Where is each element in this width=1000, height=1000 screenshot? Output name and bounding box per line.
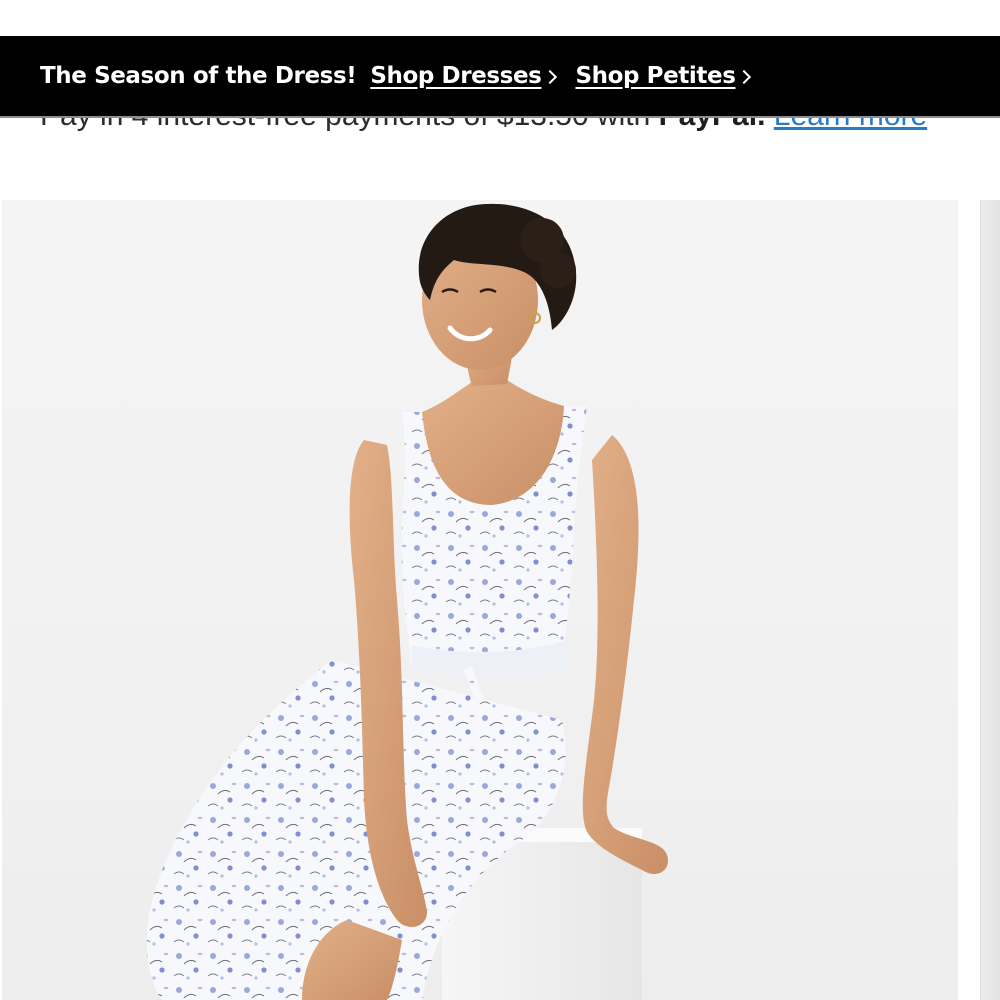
shop-dresses-link[interactable]: Shop Dresses bbox=[370, 63, 558, 89]
promo-headline: The Season of the Dress! bbox=[40, 63, 357, 89]
page: Pay in 4 interest-free payments of $13.5… bbox=[0, 0, 1000, 1000]
next-product-image-peek[interactable] bbox=[980, 200, 1000, 1000]
model-in-floral-dress-photo bbox=[146, 203, 668, 1000]
product-image[interactable] bbox=[2, 200, 958, 1000]
shop-petites-link[interactable]: Shop Petites bbox=[575, 63, 752, 89]
promo-banner: The Season of the Dress! Shop Dresses Sh… bbox=[0, 36, 1000, 118]
shop-dresses-label: Shop Dresses bbox=[370, 63, 542, 89]
shop-petites-label: Shop Petites bbox=[575, 63, 736, 89]
chevron-right-icon bbox=[737, 69, 752, 84]
chevron-right-icon bbox=[543, 69, 558, 84]
